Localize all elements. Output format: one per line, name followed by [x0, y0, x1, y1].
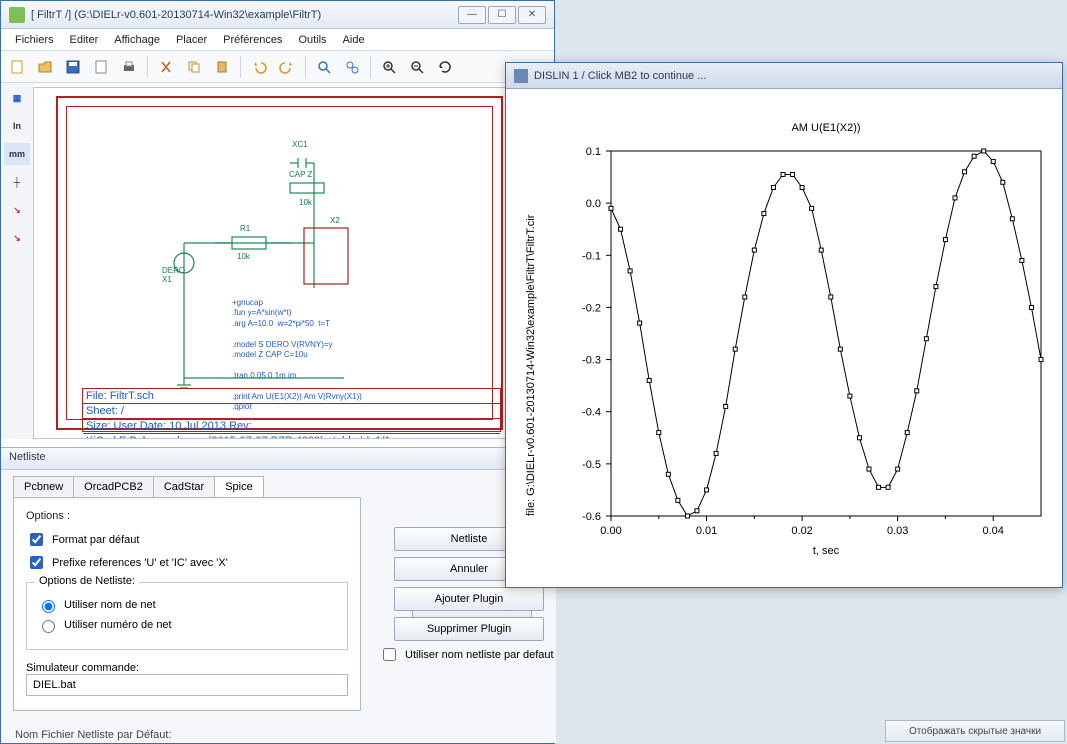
chk-format-default[interactable]: Format par défaut: [26, 530, 348, 549]
hidden-pins-icon[interactable]: ↘: [4, 199, 30, 221]
ajouter-plugin-button[interactable]: Ajouter Plugin: [394, 587, 544, 611]
svg-text:file: G:\DIELr-v0.601-20130714: file: G:\DIELr-v0.601-20130714-Win32\exa…: [525, 214, 537, 516]
schematic-canvas[interactable]: XC1 CAP Z 10k R1 10k X2 DERO X1 +gnucap …: [33, 87, 514, 439]
label-capz: CAP Z: [289, 170, 312, 179]
menu-fichiers[interactable]: Fichiers: [7, 31, 62, 49]
svg-text:0.03: 0.03: [887, 525, 908, 537]
svg-text:t, sec: t, sec: [813, 545, 840, 557]
print-icon[interactable]: [117, 55, 141, 79]
save-icon[interactable]: [61, 55, 85, 79]
svg-text:0.0: 0.0: [586, 198, 601, 210]
simulator-command-label: Simulateur commande:: [26, 662, 348, 674]
tray-hidden-icons[interactable]: Отображать скрытые значки: [885, 720, 1065, 742]
radio-use-net-number[interactable]: Utiliser numéro de net: [37, 617, 337, 633]
cursor-shape-icon[interactable]: ┼: [4, 171, 30, 193]
left-toolbar: ▦ In mm ┼ ↘ ↘: [1, 83, 33, 439]
svg-text:0.00: 0.00: [600, 525, 621, 537]
grid-icon[interactable]: ▦: [4, 87, 30, 109]
simulator-command-input[interactable]: [26, 674, 348, 696]
supprimer-plugin-button[interactable]: Supprimer Plugin: [394, 617, 544, 641]
tab-pcbnew[interactable]: Pcbnew: [13, 476, 74, 497]
new-icon[interactable]: [5, 55, 29, 79]
menu-preferences[interactable]: Préférences: [215, 31, 290, 49]
label-xc1: XC1: [292, 140, 308, 149]
plot-window-title: DISLIN 1 / Click MB2 to continue ...: [534, 70, 706, 82]
default-netlist-filename-label: Nom Fichier Netliste par Défaut:: [15, 729, 172, 741]
units-mm-icon[interactable]: mm: [4, 143, 30, 165]
zoom-in-icon[interactable]: [377, 55, 401, 79]
radio-use-net-name[interactable]: Utiliser nom de net: [37, 597, 337, 613]
cut-icon[interactable]: [154, 55, 178, 79]
menu-affichage[interactable]: Affichage: [106, 31, 168, 49]
label-10k-b: 10k: [237, 252, 250, 261]
minimize-button[interactable]: —: [458, 6, 486, 24]
chk-use-default-netlist-name[interactable]: Utiliser nom netliste par defaut: [379, 645, 554, 664]
window-title: [ FiltrT /] (G:\DIELr-v0.601-20130714-Wi…: [31, 9, 458, 21]
label-dero: DERO X1: [162, 266, 185, 284]
label-10k-a: 10k: [299, 198, 312, 207]
svg-text:-0.6: -0.6: [582, 511, 601, 523]
app-icon: [9, 7, 25, 23]
page-setup-icon[interactable]: [89, 55, 113, 79]
svg-text:-0.2: -0.2: [582, 302, 601, 314]
redo-icon[interactable]: [275, 55, 299, 79]
close-button[interactable]: ✕: [518, 6, 546, 24]
main-toolbar: [1, 51, 554, 83]
plot-window: DISLIN 1 / Click MB2 to continue ... AM …: [505, 62, 1063, 588]
netlist-tabs: Pcbnew OrcadPCB2 CadStar Spice: [13, 476, 556, 497]
svg-text:AM U(E1(X2)): AM U(E1(X2)): [791, 122, 860, 134]
copy-icon[interactable]: [182, 55, 206, 79]
paste-icon[interactable]: [210, 55, 234, 79]
label-x2: X2: [330, 216, 340, 225]
menu-editer[interactable]: Editer: [62, 31, 107, 49]
units-in-icon[interactable]: In: [4, 115, 30, 137]
find-icon[interactable]: [312, 55, 336, 79]
plot-app-icon: [514, 69, 528, 83]
svg-text:0.1: 0.1: [586, 146, 601, 158]
eeschema-window: [ FiltrT /] (G:\DIELr-v0.601-20130714-Wi…: [0, 0, 555, 744]
svg-text:-0.1: -0.1: [582, 250, 601, 262]
menubar: Fichiers Editer Affichage Placer Préfére…: [1, 29, 554, 51]
svg-text:-0.3: -0.3: [582, 355, 601, 367]
menu-placer[interactable]: Placer: [168, 31, 215, 49]
label-r1: R1: [240, 224, 250, 233]
maximize-button[interactable]: ☐: [488, 6, 516, 24]
refresh-icon[interactable]: [433, 55, 457, 79]
options-label: Options :: [26, 510, 348, 522]
titlebar[interactable]: [ FiltrT /] (G:\DIELr-v0.601-20130714-Wi…: [1, 1, 554, 29]
svg-text:0.02: 0.02: [791, 525, 812, 537]
svg-text:-0.4: -0.4: [582, 407, 601, 419]
title-block: File: FiltrT.sch Sheet: / Size: User Dat…: [82, 388, 501, 432]
group-netlist-options: Options de Netliste: Utiliser nom de net…: [26, 582, 348, 650]
replace-icon[interactable]: [340, 55, 364, 79]
svg-text:0.01: 0.01: [696, 525, 717, 537]
bus-direction-icon[interactable]: ↘: [4, 227, 30, 249]
netlist-dialog: Netliste Pcbnew OrcadPCB2 CadStar Spice …: [1, 447, 556, 743]
netlist-title[interactable]: Netliste: [1, 448, 556, 470]
open-icon[interactable]: [33, 55, 57, 79]
zoom-out-icon[interactable]: [405, 55, 429, 79]
menu-aide[interactable]: Aide: [335, 31, 373, 49]
svg-text:0.04: 0.04: [983, 525, 1004, 537]
tab-panel-spice: Options : Format par défaut Prefixe refe…: [13, 497, 361, 711]
chk-prefix-x[interactable]: Prefixe references 'U' et 'IC' avec 'X': [26, 553, 348, 572]
undo-icon[interactable]: [247, 55, 271, 79]
plot-canvas[interactable]: AM U(E1(X2)) file: G:\DIELr-v0.601-201307…: [516, 95, 1056, 577]
tab-cadstar[interactable]: CadStar: [153, 476, 215, 497]
svg-text:-0.5: -0.5: [582, 459, 601, 471]
plot-titlebar[interactable]: DISLIN 1 / Click MB2 to continue ...: [506, 63, 1062, 89]
tab-spice[interactable]: Spice: [214, 476, 264, 497]
tab-orcadpcb2[interactable]: OrcadPCB2: [73, 476, 154, 497]
menu-outils[interactable]: Outils: [290, 31, 334, 49]
